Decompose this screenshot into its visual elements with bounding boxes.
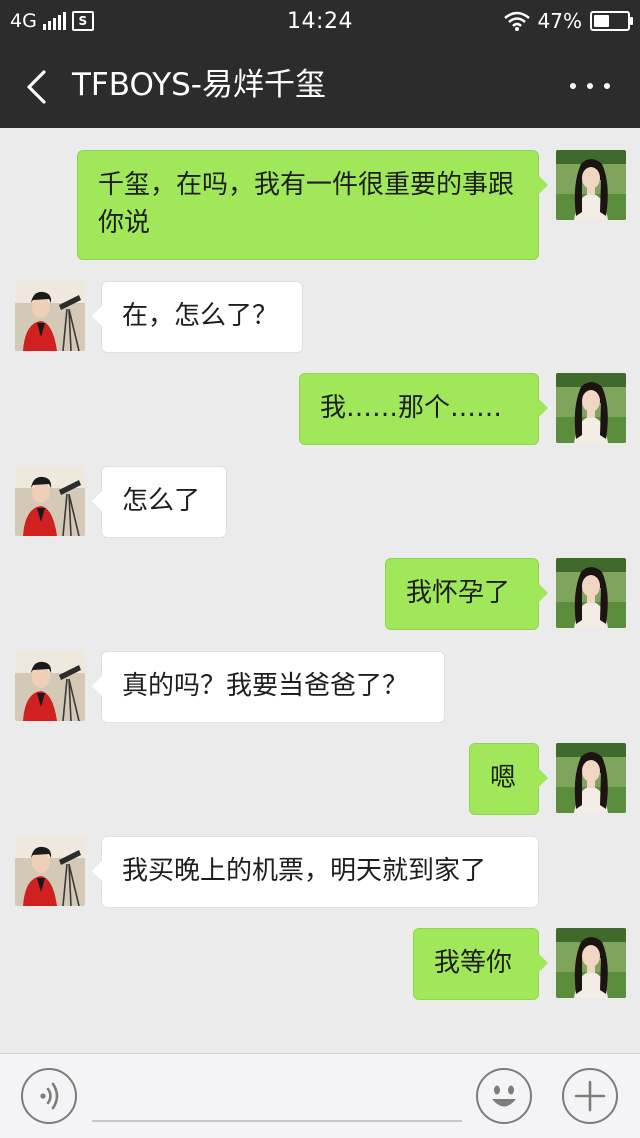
my-avatar[interactable] [556, 373, 626, 443]
my-avatar[interactable] [556, 743, 626, 813]
battery-percent: 47% [537, 9, 582, 33]
contact-avatar[interactable] [15, 281, 85, 351]
outgoing-message: 我怀孕了 [0, 558, 640, 630]
status-right: 47% [503, 9, 633, 33]
outgoing-message: 我等你 [0, 928, 640, 1000]
contact-avatar[interactable] [15, 466, 85, 536]
message-bubble[interactable]: 我等你 [413, 928, 548, 1000]
incoming-message: 在，怎么了？ [0, 281, 640, 353]
voice-button[interactable] [21, 1068, 77, 1124]
contact-avatar[interactable] [15, 836, 85, 906]
my-avatar[interactable] [556, 928, 626, 998]
message-list[interactable]: 千玺，在吗，我有一件很重要的事跟你说在，怎么了？ 我……那个…… 怎么了我怀孕了真的… [0, 128, 640, 1053]
message-bubble[interactable]: 千玺，在吗，我有一件很重要的事跟你说 [77, 150, 548, 260]
my-avatar[interactable] [556, 558, 626, 628]
wifi-icon [503, 11, 530, 31]
incoming-message: 怎么了 [0, 466, 640, 538]
plus-button[interactable] [562, 1068, 618, 1124]
message-bubble[interactable]: 我……那个…… [299, 373, 548, 445]
plus-icon [574, 1080, 606, 1112]
battery-icon [590, 11, 633, 31]
message-bubble[interactable]: 真的吗？我要当爸爸了？ [92, 651, 445, 723]
outgoing-message: 我……那个…… [0, 373, 640, 445]
status-bar: 4G S 14:24 47% [0, 0, 640, 44]
more-dots-icon[interactable] [570, 78, 610, 94]
message-bubble[interactable]: 在，怎么了？ [92, 281, 303, 353]
outgoing-message: 嗯 [0, 743, 640, 815]
chat-header: TFBOYS-易烊千玺 [0, 44, 640, 128]
contact-avatar[interactable] [15, 651, 85, 721]
message-bubble[interactable]: 怎么了 [92, 466, 227, 538]
chat-title: TFBOYS-易烊千玺 [72, 67, 326, 103]
message-bubble[interactable]: 我怀孕了 [385, 558, 548, 630]
my-avatar[interactable] [556, 150, 626, 220]
voice-icon [40, 1082, 59, 1110]
emoji-button[interactable] [476, 1068, 532, 1124]
emoji-icon [492, 1085, 516, 1107]
outgoing-message: 千玺，在吗，我有一件很重要的事跟你说 [0, 150, 640, 260]
message-input[interactable] [92, 1120, 462, 1122]
message-bubble[interactable]: 我买晚上的机票，明天就到家了 [92, 836, 539, 908]
input-bar [0, 1053, 640, 1138]
message-bubble[interactable]: 嗯 [469, 743, 548, 815]
incoming-message: 真的吗？我要当爸爸了？ [0, 651, 640, 723]
incoming-message: 我买晚上的机票，明天就到家了 [0, 836, 640, 908]
back-chevron-icon[interactable] [24, 70, 48, 104]
